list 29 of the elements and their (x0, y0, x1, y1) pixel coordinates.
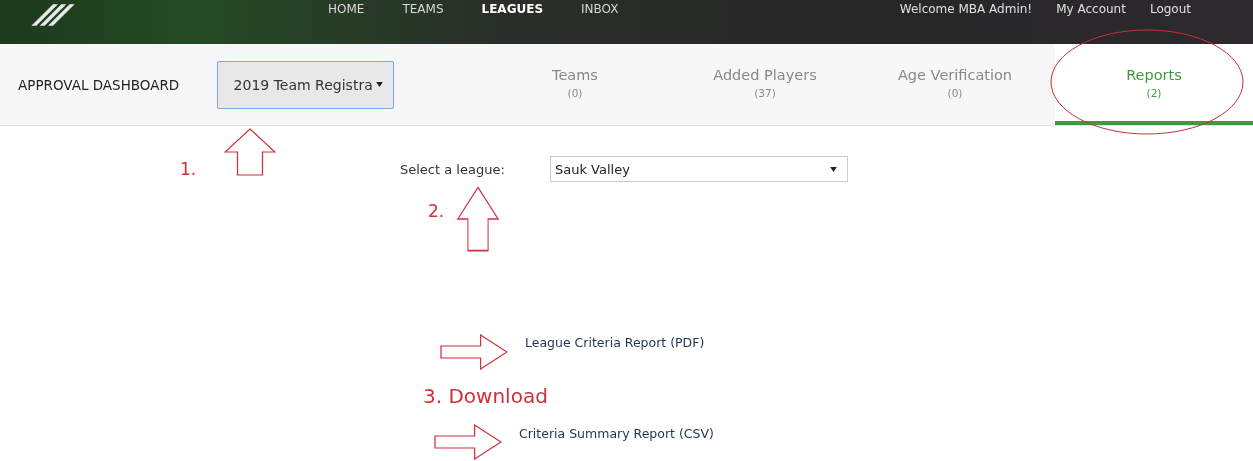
league-dropdown[interactable]: Sauk Valley (550, 156, 848, 182)
nav-link[interactable]: TEAMS (402, 2, 444, 16)
greeting-label: Welcome MBA Admin! (899, 2, 1033, 16)
tab-count: (0) (947, 86, 963, 99)
nav-link[interactable]: INBOX (581, 2, 619, 16)
report-link[interactable]: Criteria Summary Report (CSV) (519, 426, 714, 441)
user-link[interactable]: My Account (1056, 2, 1126, 16)
nav-link[interactable]: LEAGUES (481, 2, 544, 16)
caret-icon (830, 166, 837, 172)
dashboard-title: APPROVAL DASHBOARD (18, 76, 181, 93)
arrow-up-icon (224, 128, 276, 176)
tab-count: (37) (754, 86, 776, 99)
report-link[interactable]: League Criteria Report (PDF) (525, 335, 705, 350)
annotation-label: 3. Download (423, 384, 548, 408)
period-dropdown[interactable]: 2019 Team Registra (216, 60, 394, 109)
tab[interactable]: Reports (2) (1055, 44, 1253, 125)
arrow-up-icon (457, 186, 499, 252)
arrow-right-icon (440, 334, 508, 370)
league-label: Select a league: (400, 161, 506, 177)
annotation-label: 2. (428, 201, 445, 221)
user-link[interactable]: Logout (1149, 2, 1191, 16)
tab-count: (2) (1146, 86, 1162, 99)
tab[interactable]: Age Verification (0) (860, 44, 1050, 125)
nav-link[interactable]: HOME (328, 2, 365, 16)
tab-count: (0) (567, 86, 583, 99)
caret-icon (376, 82, 383, 87)
tab[interactable]: Teams (0) (480, 44, 670, 125)
arrow-right-icon (434, 424, 502, 460)
annotation-label: 1. (180, 159, 197, 179)
